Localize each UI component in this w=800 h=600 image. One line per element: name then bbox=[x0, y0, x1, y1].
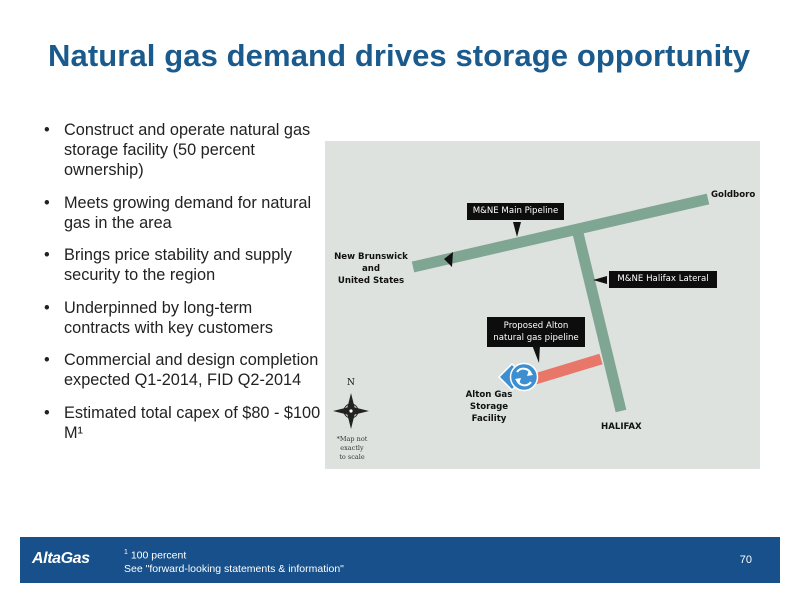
origin-label: New Brunswick and United States bbox=[331, 251, 411, 287]
alton-gas-name: Alton Gas bbox=[465, 390, 513, 400]
main-pipeline-callout: M&NE Main Pipeline bbox=[467, 203, 564, 220]
bullet-item: • Brings price stability and supply secur… bbox=[40, 245, 322, 285]
bullet-list: • Construct and operate natural gas stora… bbox=[40, 120, 322, 455]
and-label: and bbox=[361, 264, 381, 274]
scale-note-line-2: to scale bbox=[339, 453, 365, 461]
callout-pointer-icon bbox=[532, 345, 540, 363]
proposed-pipeline-line bbox=[533, 353, 603, 385]
bullet-item: • Commercial and design completion expect… bbox=[40, 350, 322, 390]
new-brunswick-label: New Brunswick bbox=[334, 252, 408, 262]
halifax-label: HALIFAX bbox=[601, 422, 642, 432]
bullet-text: Brings price stability and supply securi… bbox=[64, 246, 293, 284]
proposed-line-1: Proposed Alton bbox=[503, 321, 569, 331]
alton-gas-label: Alton Gas Storage Facility bbox=[451, 389, 527, 425]
compass-icon bbox=[333, 393, 369, 429]
proposed-line-2: natural gas pipeline bbox=[493, 333, 579, 343]
bullet-dot: • bbox=[44, 298, 50, 317]
bullet-dot: • bbox=[44, 246, 50, 264]
north-label: N bbox=[347, 378, 355, 388]
bullet-item: • Meets growing demand for natural gas in… bbox=[40, 193, 322, 233]
altagas-logo: AltaGas bbox=[32, 550, 90, 567]
bullet-text: Meets growing demand for natural gas in … bbox=[64, 193, 312, 232]
footer-bar: AltaGas 1 100 percent See "forward-looki… bbox=[20, 537, 780, 583]
footnote: 1 100 percent bbox=[124, 549, 186, 562]
bullet-text: Estimated total capex of $80 - $100 M¹ bbox=[64, 403, 321, 442]
footnote-text: 100 percent bbox=[127, 549, 187, 562]
bullet-dot: • bbox=[44, 403, 50, 422]
storage-facility-name: Storage Facility bbox=[469, 402, 509, 424]
bullet-dot: • bbox=[44, 121, 50, 139]
halifax-lateral-callout: M&NE Halifax Lateral bbox=[609, 271, 717, 288]
slide-title: Natural gas demand drives storage opport… bbox=[48, 38, 751, 73]
bullet-dot: • bbox=[44, 193, 50, 212]
goldboro-label: Goldboro bbox=[711, 190, 756, 200]
united-states-label: United States bbox=[337, 276, 405, 286]
bullet-dot: • bbox=[44, 351, 50, 369]
callout-pointer-icon bbox=[513, 222, 521, 237]
map-graphics bbox=[333, 193, 710, 429]
bullet-item: • Underpinned by long-term contracts with… bbox=[40, 298, 322, 338]
bullet-text: Commercial and design completion expecte… bbox=[64, 351, 319, 389]
scale-note: *Map not exactly to scale bbox=[327, 435, 377, 462]
pipeline-map: N Goldboro New Brunswick and United Stat… bbox=[325, 141, 760, 469]
disclaimer: See "forward-looking statements & inform… bbox=[124, 563, 344, 575]
page-number: 70 bbox=[739, 554, 752, 566]
bullet-item: • Construct and operate natural gas stora… bbox=[40, 120, 322, 180]
bullet-text: Construct and operate natural gas storag… bbox=[64, 121, 311, 179]
bullet-item: • Estimated total capex of $80 - $100 M¹ bbox=[40, 403, 322, 443]
scale-note-line-1: *Map not exactly bbox=[336, 435, 368, 452]
storage-facility-icon bbox=[497, 362, 539, 392]
bullet-text: Underpinned by long-term contracts with … bbox=[64, 298, 274, 337]
proposed-pipeline-callout: Proposed Alton natural gas pipeline bbox=[487, 317, 585, 347]
